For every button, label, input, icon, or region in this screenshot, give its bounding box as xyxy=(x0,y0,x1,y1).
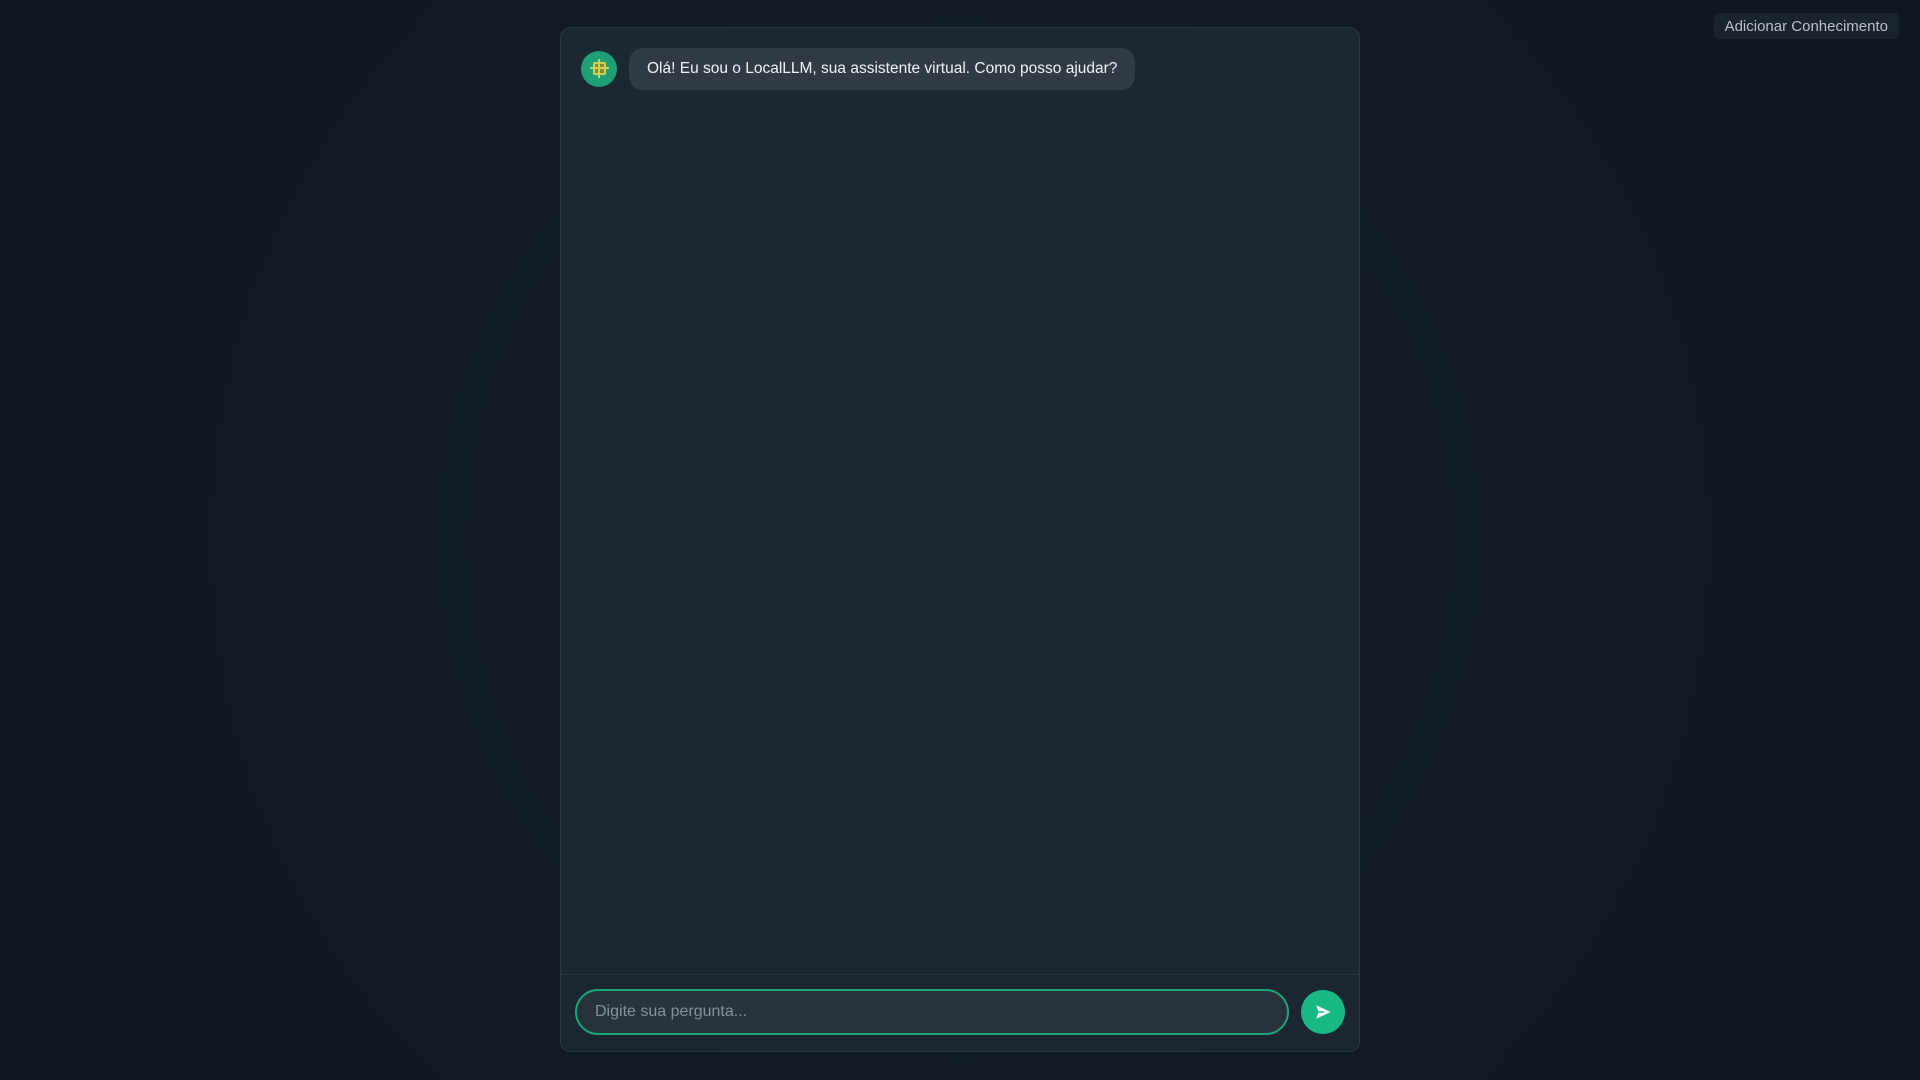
send-icon xyxy=(1316,1005,1331,1019)
send-button[interactable] xyxy=(1301,990,1345,1034)
assistant-message-text: Olá! Eu sou o LocalLLM, sua assistente v… xyxy=(629,48,1136,90)
assistant-avatar xyxy=(581,50,617,87)
message-list: Olá! Eu sou o LocalLLM, sua assistente v… xyxy=(561,28,1359,973)
add-knowledge-button[interactable]: Adicionar Conhecimento xyxy=(1713,13,1899,39)
chat-panel: Olá! Eu sou o LocalLLM, sua assistente v… xyxy=(560,27,1360,1052)
assistant-message: Olá! Eu sou o LocalLLM, sua assistente v… xyxy=(581,48,1339,90)
chip-icon xyxy=(589,59,609,79)
question-input[interactable] xyxy=(575,989,1289,1035)
chat-input-bar xyxy=(561,974,1359,1051)
